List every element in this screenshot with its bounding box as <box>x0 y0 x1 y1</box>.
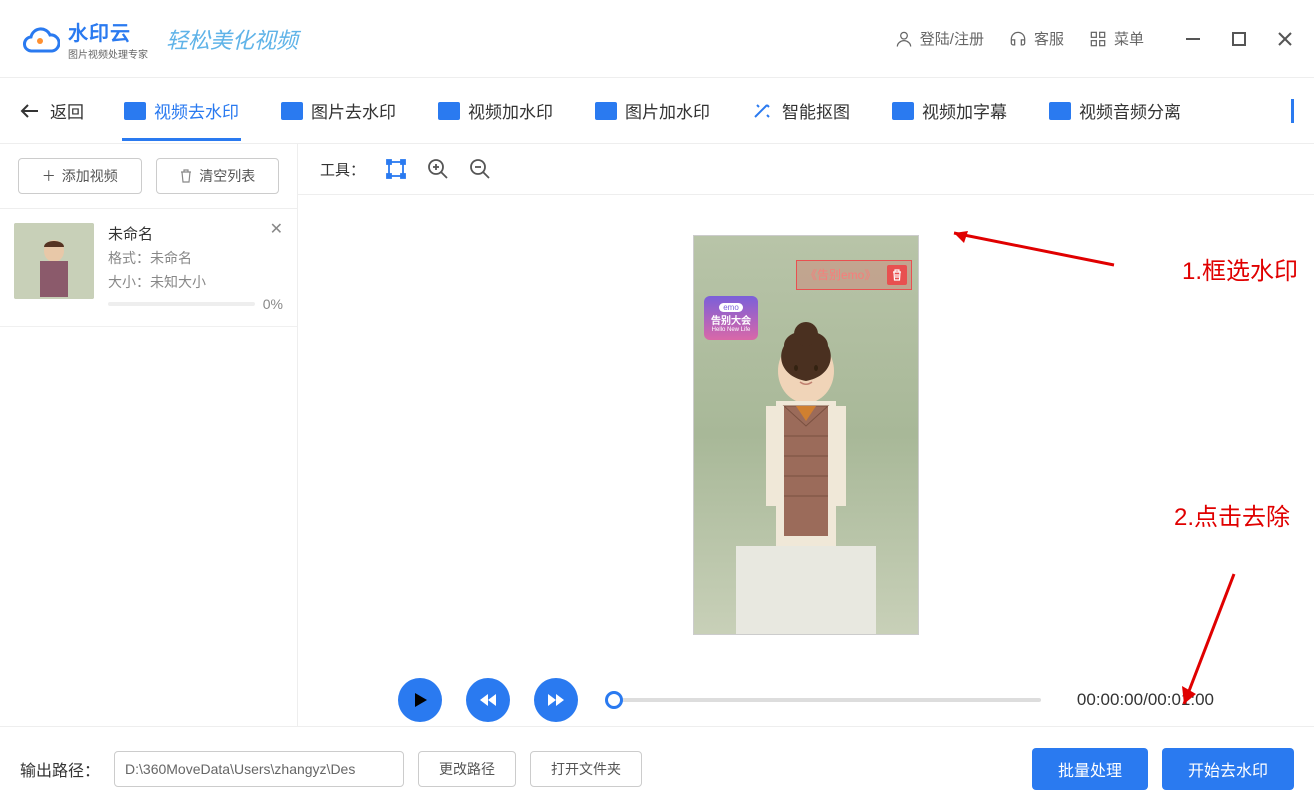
forward-button[interactable] <box>534 678 578 722</box>
toolbar: 工具： <box>298 144 1314 195</box>
change-path-button[interactable]: 更改路径 <box>418 751 516 787</box>
headset-icon <box>1008 29 1028 49</box>
arrow-left-icon <box>20 103 40 119</box>
batch-process-button[interactable]: 批量处理 <box>1032 748 1148 790</box>
tab-image-add-watermark[interactable]: 图片加水印 <box>593 80 712 141</box>
video-icon <box>124 102 146 120</box>
sidebar: ＋添加视频 清空列表 未命名 格式：未命名 大小：未知大小 0% ✕ <box>0 144 298 726</box>
tab-video-audio-split[interactable]: 视频音频分离 <box>1047 80 1183 141</box>
user-icon <box>894 29 914 49</box>
file-thumbnail <box>14 223 94 299</box>
tabbar: 返回 视频去水印 图片去水印 视频加水印 图片加水印 智能抠图 视频加字幕 视频… <box>0 78 1314 144</box>
tab-video-remove-watermark[interactable]: 视频去水印 <box>122 80 241 141</box>
tab-smart-cutout[interactable]: 智能抠图 <box>750 80 852 141</box>
file-format: 格式：未命名 <box>108 248 283 268</box>
minimize-button[interactable] <box>1184 30 1202 48</box>
image-icon <box>281 102 303 120</box>
trash-icon <box>179 169 193 183</box>
file-size: 大小：未知大小 <box>108 272 283 292</box>
wand-icon <box>752 102 774 120</box>
file-name: 未命名 <box>108 223 283 244</box>
timeline[interactable] <box>614 698 1041 702</box>
login-button[interactable]: 登陆/注册 <box>894 28 984 49</box>
add-video-button[interactable]: ＋添加视频 <box>18 158 142 194</box>
app-tagline: 轻松美化视频 <box>166 23 298 55</box>
zoom-out-tool[interactable] <box>469 158 491 180</box>
back-button[interactable]: 返回 <box>20 98 84 123</box>
clear-list-button[interactable]: 清空列表 <box>156 158 280 194</box>
annotation-1: 1.框选水印 <box>1182 251 1298 286</box>
plus-icon: ＋ <box>42 166 56 186</box>
close-button[interactable] <box>1276 30 1294 48</box>
tab-image-remove-watermark[interactable]: 图片去水印 <box>279 80 398 141</box>
timeline-handle[interactable] <box>605 691 623 709</box>
support-button[interactable]: 客服 <box>1008 28 1064 49</box>
subtitle-icon <box>892 102 914 120</box>
app-logo: 水印云 图片视频处理专家 轻松美化视频 <box>20 17 298 61</box>
delete-selection-icon[interactable] <box>887 265 907 285</box>
video-frame[interactable]: emo 告别大会 Hello New Life 《告别emo》 <box>693 235 919 635</box>
app-name: 水印云 <box>68 17 148 46</box>
output-path-label: 输出路径： <box>20 757 100 781</box>
remove-file-button[interactable]: ✕ <box>270 219 283 239</box>
video-add-icon <box>438 102 460 120</box>
rewind-button[interactable] <box>466 678 510 722</box>
image-add-icon <box>595 102 617 120</box>
open-folder-button[interactable]: 打开文件夹 <box>530 751 642 787</box>
select-tool[interactable] <box>385 158 407 180</box>
menu-button[interactable]: 菜单 <box>1088 28 1144 49</box>
play-button[interactable] <box>398 678 442 722</box>
time-display: 00:00:00/00:01:00 <box>1077 690 1214 710</box>
zoom-in-tool[interactable] <box>427 158 449 180</box>
start-remove-watermark-button[interactable]: 开始去水印 <box>1162 748 1294 790</box>
toolbar-label: 工具： <box>320 159 365 180</box>
audio-split-icon <box>1049 102 1071 120</box>
preview-area: emo 告别大会 Hello New Life 《告别emo》 1.框选水印 2… <box>298 195 1314 674</box>
maximize-button[interactable] <box>1230 30 1248 48</box>
video-content <box>736 316 876 635</box>
video-badge: emo 告别大会 Hello New Life <box>704 296 758 340</box>
tab-video-subtitle[interactable]: 视频加字幕 <box>890 80 1009 141</box>
footer: 输出路径： 更改路径 打开文件夹 批量处理 开始去水印 <box>0 726 1314 810</box>
grid-icon <box>1088 29 1108 49</box>
app-subtitle: 图片视频处理专家 <box>68 46 148 61</box>
player-controls: 00:00:00/00:01:00 <box>298 674 1314 726</box>
output-path-input[interactable] <box>114 751 404 787</box>
arrow-1 <box>944 225 1124 275</box>
annotation-2: 2.点击去除 <box>1174 497 1290 532</box>
titlebar: 水印云 图片视频处理专家 轻松美化视频 登陆/注册 客服 菜单 <box>0 0 1314 78</box>
tab-video-add-watermark[interactable]: 视频加水印 <box>436 80 555 141</box>
watermark-selection[interactable]: 《告别emo》 <box>796 260 912 290</box>
file-progress: 0% <box>108 296 283 312</box>
file-item[interactable]: 未命名 格式：未命名 大小：未知大小 0% ✕ <box>0 209 297 327</box>
cloud-icon <box>20 23 60 55</box>
tabbar-scroll-indicator <box>1291 99 1294 123</box>
